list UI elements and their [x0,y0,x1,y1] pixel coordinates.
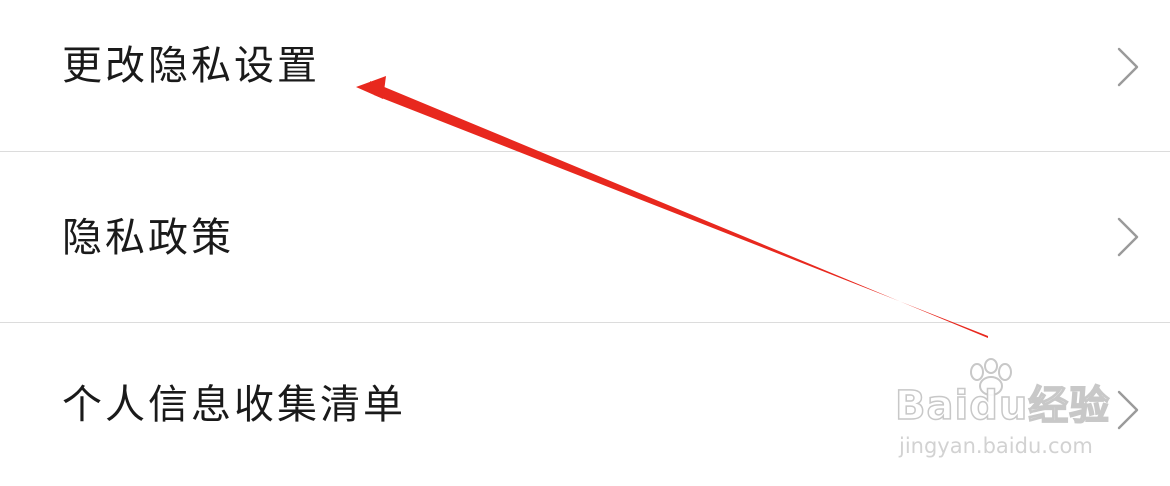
chevron-right-icon [1117,390,1139,430]
menu-item-label: 更改隐私设置 [62,43,320,89]
chevron-right-icon [1117,47,1139,87]
privacy-settings-list: 更改隐私设置 隐私政策 个人信息收集清单 [0,0,1170,486]
menu-item-label: 个人信息收集清单 [62,382,406,428]
chevron-right-icon [1117,217,1139,257]
menu-item-label: 隐私政策 [62,215,234,261]
menu-item-privacy-policy[interactable]: 隐私政策 [0,152,1170,322]
menu-item-change-privacy-settings[interactable]: 更改隐私设置 [0,0,1170,151]
menu-item-personal-info-list[interactable]: 个人信息收集清单 [0,323,1170,486]
